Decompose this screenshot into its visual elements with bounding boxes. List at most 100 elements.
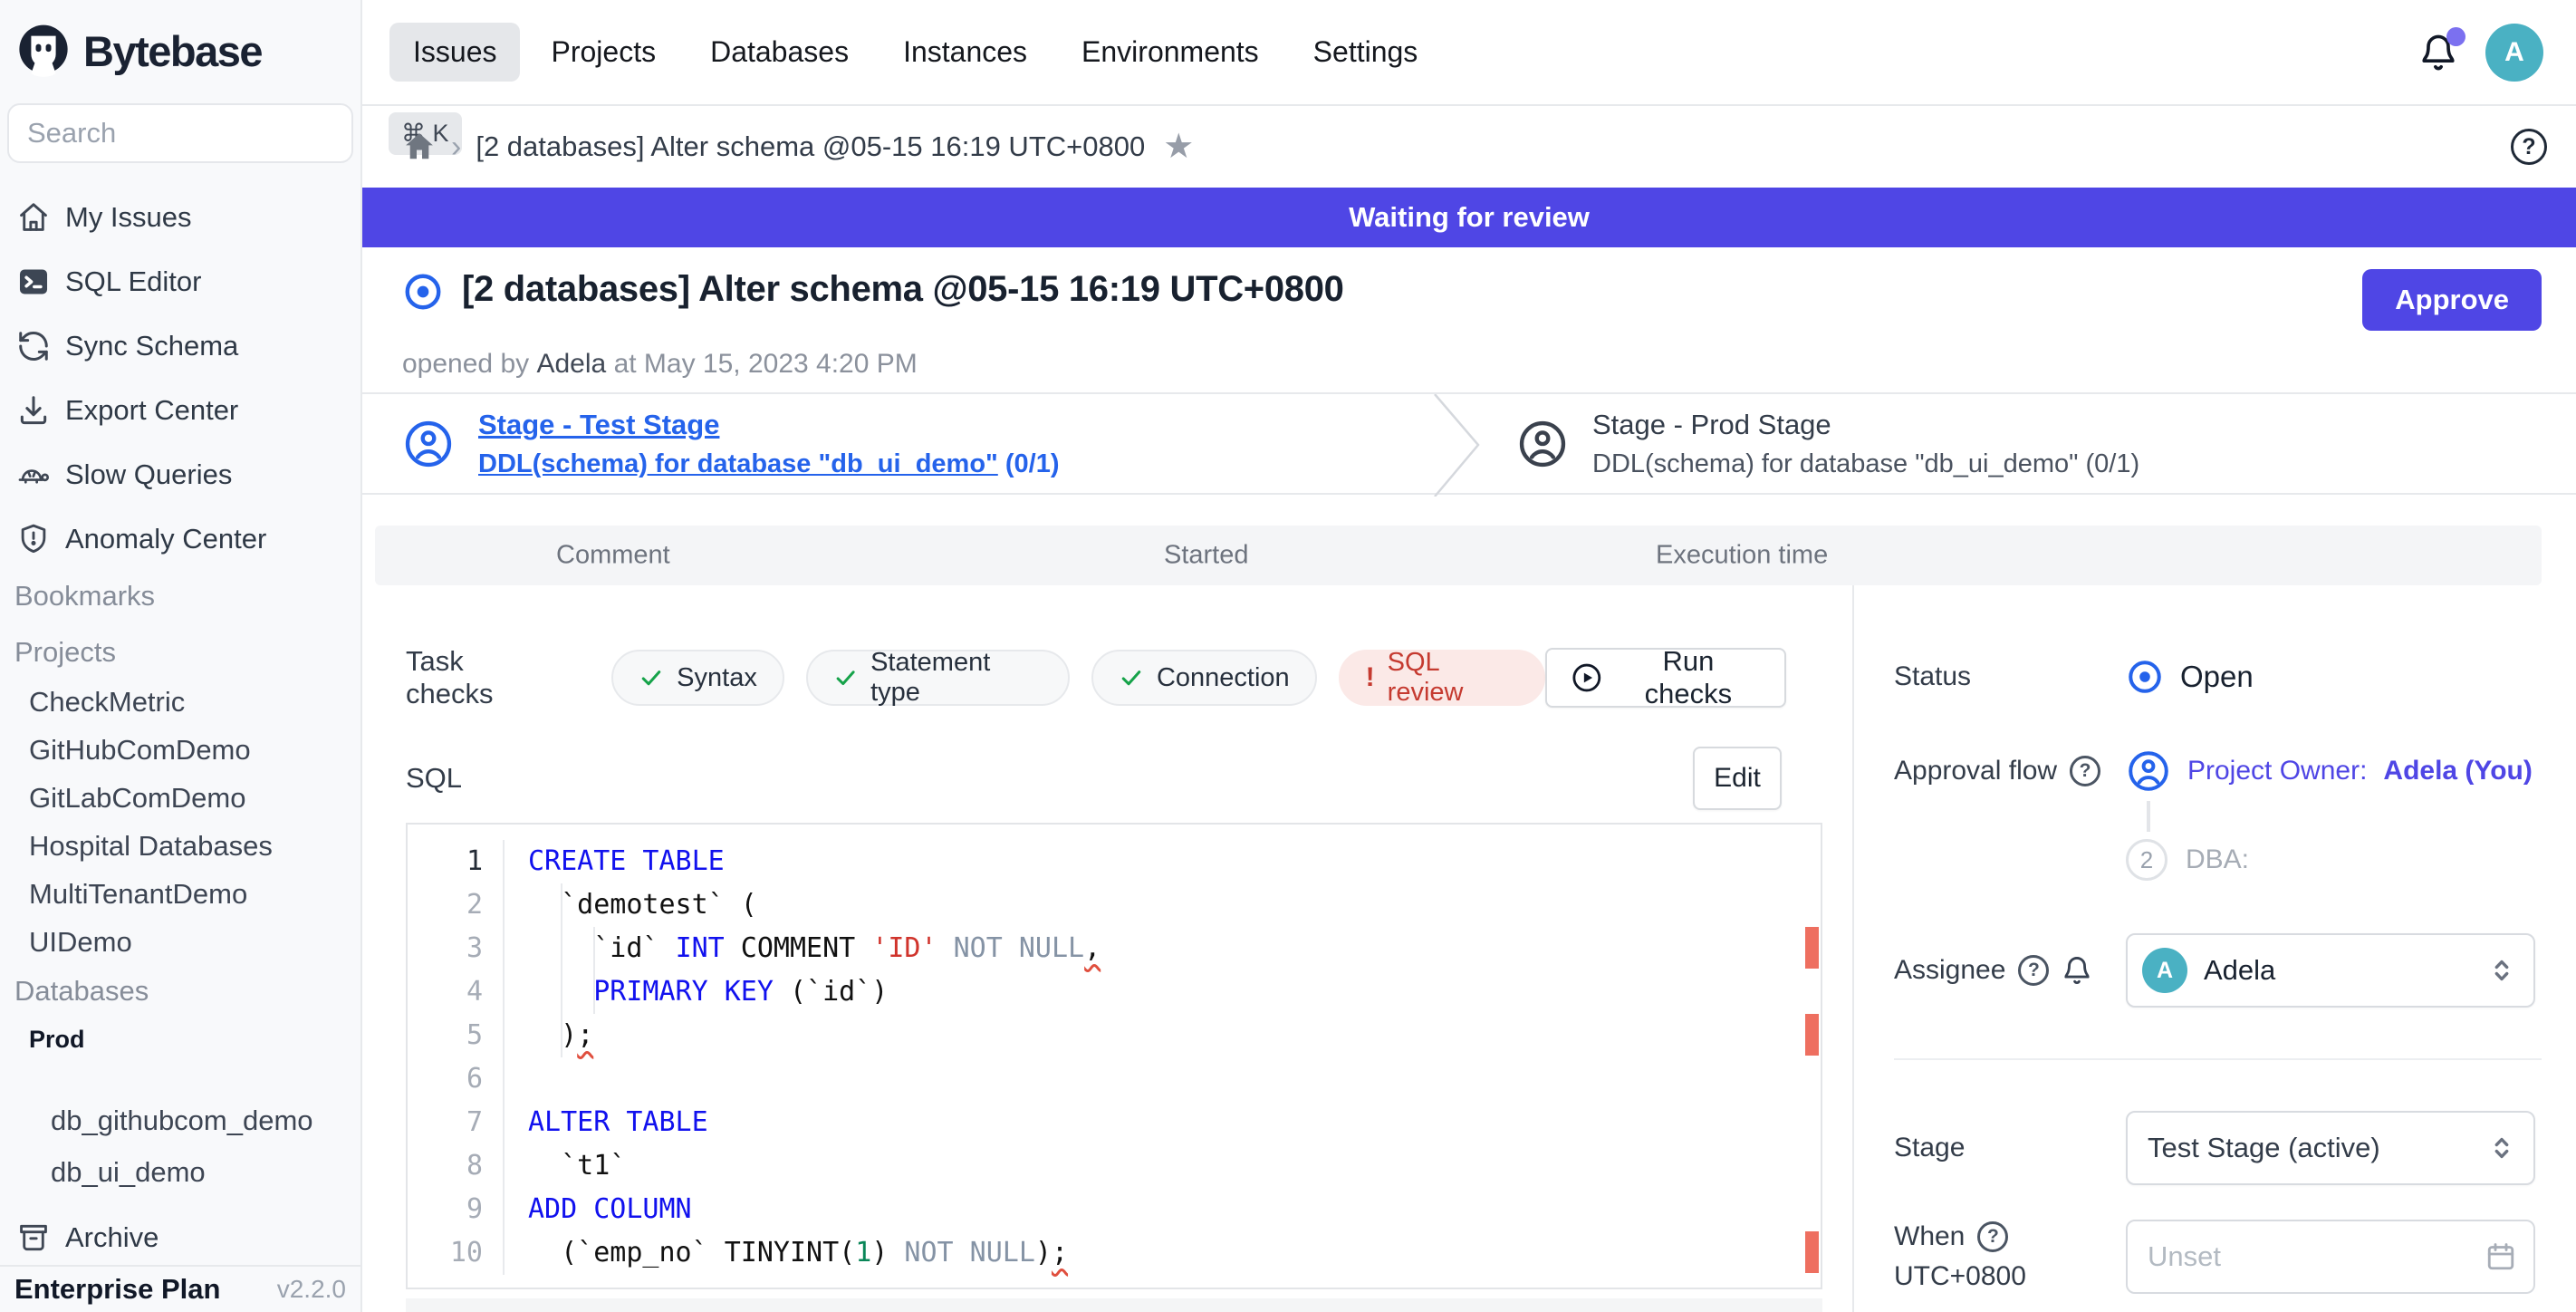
user-avatar[interactable]: A <box>2485 24 2543 82</box>
assignee-select[interactable]: A Adela <box>2126 933 2535 1008</box>
stage-test-name[interactable]: Stage - Test Stage <box>478 409 1060 441</box>
code-line[interactable]: 2 `demotest` ( <box>408 883 1821 927</box>
approval-step-1: Project Owner: Adela (You) <box>2126 748 2533 794</box>
code-line[interactable]: 8 `t1` <box>408 1144 1821 1188</box>
approve-button[interactable]: Approve <box>2362 269 2542 331</box>
stage-select[interactable]: Test Stage (active) <box>2126 1111 2535 1185</box>
project-item-multitenantdemo[interactable]: MultiTenantDemo <box>0 870 360 918</box>
sidebar-item-slow-queries[interactable]: Slow Queries <box>0 442 360 506</box>
stage-prod[interactable]: Stage - Prod Stage DDL(schema) for datab… <box>1484 394 2576 493</box>
star-icon[interactable]: ★ <box>1163 130 1194 164</box>
check-icon <box>1119 665 1144 690</box>
project-item-checkmetric[interactable]: CheckMetric <box>0 678 360 726</box>
column-header-execution-time: Execution time <box>1656 541 1828 571</box>
calendar-icon <box>2485 1240 2517 1273</box>
sql-editor[interactable]: 1CREATE TABLE2 `demotest` (3 `id` INT CO… <box>406 823 1822 1289</box>
check-pills: Syntax Statement type Connection !SQL revie… <box>611 650 1545 706</box>
project-item-gitlabcomdemo[interactable]: GitLabComDemo <box>0 774 360 822</box>
indent-guide <box>593 927 595 1014</box>
sidebar-item-export-center[interactable]: Export Center <box>0 378 360 442</box>
project-item-uidemo[interactable]: UIDemo <box>0 918 360 966</box>
assignee-name: Adela <box>2204 954 2275 987</box>
database-item-db-ui-demo[interactable]: db_ui_demo <box>0 1146 360 1198</box>
sidebar-section-databases: Databases <box>0 966 360 1017</box>
sidebar-item-my-issues[interactable]: My Issues <box>0 185 360 249</box>
issue-title: [2 databases] Alter schema @05-15 16:19 … <box>462 269 1344 310</box>
task-detail: Task checks SyntaxStatement typeConnecti… <box>362 585 1852 1312</box>
stage-person-icon <box>402 418 455 470</box>
sync-icon <box>16 329 51 363</box>
when-label: When <box>1894 1221 1965 1252</box>
nav-right: A <box>2418 24 2543 82</box>
code-line[interactable]: 9ADD COLUMN <box>408 1188 1821 1231</box>
when-timezone: UTC+0800 <box>1894 1261 2126 1292</box>
tab-issues[interactable]: Issues <box>389 23 520 82</box>
check-icon <box>639 665 664 690</box>
download-icon <box>16 393 51 428</box>
stage-test-task[interactable]: DDL(schema) for database "db_ui_demo" (0… <box>478 449 1060 479</box>
stage-band: Stage - Test Stage DDL(schema) for datab… <box>362 392 2576 495</box>
help-icon[interactable]: ? <box>2511 129 2547 165</box>
code-line[interactable]: 4 PRIMARY KEY (`id`) <box>408 970 1821 1014</box>
issue-meta: opened by Adela at May 15, 2023 4:20 PM <box>402 349 2542 380</box>
check-icon <box>833 665 858 690</box>
breadcrumb: › [2 databases] Alter schema @05-15 16:1… <box>362 106 2576 188</box>
approval-flow-label: Approval flow <box>1894 756 2057 786</box>
tab-environments[interactable]: Environments <box>1058 23 1283 82</box>
tab-instances[interactable]: Instances <box>879 23 1051 82</box>
stage-prod-name: Stage - Prod Stage <box>1592 409 2139 441</box>
indent-guide <box>561 883 562 1057</box>
code-line[interactable]: 1CREATE TABLE <box>408 840 1821 883</box>
tab-databases[interactable]: Databases <box>687 23 872 82</box>
play-circle-icon <box>1571 661 1603 694</box>
help-icon[interactable]: ? <box>2070 756 2100 786</box>
notification-dot <box>2446 27 2465 46</box>
search-input[interactable] <box>27 117 389 150</box>
plan-name: Enterprise Plan <box>14 1273 220 1306</box>
when-date-input[interactable]: Unset <box>2126 1220 2535 1294</box>
stage-test-task-link[interactable]: DDL(schema) for database "db_ui_demo" <box>478 449 998 478</box>
run-checks-button[interactable]: Run checks <box>1545 648 1786 708</box>
stage-test[interactable]: Stage - Test Stage DDL(schema) for datab… <box>362 394 1431 493</box>
issue-author: Adela <box>536 349 606 379</box>
home-icon[interactable] <box>402 130 437 164</box>
approval-step-number: 2 <box>2126 839 2167 881</box>
code-line[interactable]: 7ALTER TABLE <box>408 1101 1821 1144</box>
subscribe-bell-icon[interactable] <box>2062 955 2092 986</box>
status-banner: Waiting for review <box>362 188 2576 247</box>
status-label: Status <box>1894 661 2126 692</box>
shield-icon <box>16 522 51 556</box>
approval-approver[interactable]: Adela (You) <box>2383 756 2532 786</box>
code-line[interactable]: 10 (`emp_no` TINYINT(1) NOT NULL); <box>408 1231 1821 1275</box>
stage-select-value: Test Stage (active) <box>2148 1132 2380 1164</box>
search-box[interactable]: ⌘ K <box>7 103 353 163</box>
logo[interactable]: Bytebase <box>0 0 360 101</box>
project-item-hospital-databases[interactable]: Hospital Databases <box>0 822 360 870</box>
code-line[interactable]: 3 `id` INT COMMENT 'ID' NOT NULL, <box>408 927 1821 970</box>
database-item-db-githubcom-demo[interactable]: db_githubcom_demo <box>0 1095 360 1146</box>
opened-suffix: at May 15, 2023 4:20 PM <box>614 349 918 379</box>
tab-settings[interactable]: Settings <box>1290 23 1442 82</box>
sidebar-item-archive[interactable]: Archive <box>0 1205 360 1269</box>
help-icon[interactable]: ? <box>1977 1221 2008 1252</box>
sidebar-item-sql-editor[interactable]: SQL Editor <box>0 249 360 314</box>
code-line[interactable]: 6 <box>408 1057 1821 1101</box>
edit-sql-button[interactable]: Edit <box>1693 747 1782 810</box>
stage-separator-chevron <box>1431 394 1484 493</box>
approver-person-icon <box>2126 748 2171 794</box>
sidebar-item-sync-schema[interactable]: Sync Schema <box>0 314 360 378</box>
check-pill-syntax[interactable]: Syntax <box>611 650 784 706</box>
project-item-githubcomdemo[interactable]: GitHubComDemo <box>0 726 360 774</box>
check-pill-statement-type[interactable]: Statement type <box>806 650 1070 706</box>
check-pill-connection[interactable]: Connection <box>1091 650 1317 706</box>
status-open-icon <box>2126 658 2164 696</box>
task-checks-row: Task checks SyntaxStatement typeConnecti… <box>406 645 1852 710</box>
notifications-bell-icon[interactable] <box>2418 33 2458 72</box>
assignee-avatar: A <box>2142 948 2187 993</box>
help-icon[interactable]: ? <box>2018 955 2049 986</box>
sidebar-item-anomaly-center[interactable]: Anomaly Center <box>0 506 360 571</box>
tab-projects[interactable]: Projects <box>527 23 679 82</box>
check-pill-sql-review[interactable]: !SQL review <box>1339 650 1545 706</box>
issue-open-icon <box>402 271 444 313</box>
code-line[interactable]: 5 ); <box>408 1014 1821 1057</box>
